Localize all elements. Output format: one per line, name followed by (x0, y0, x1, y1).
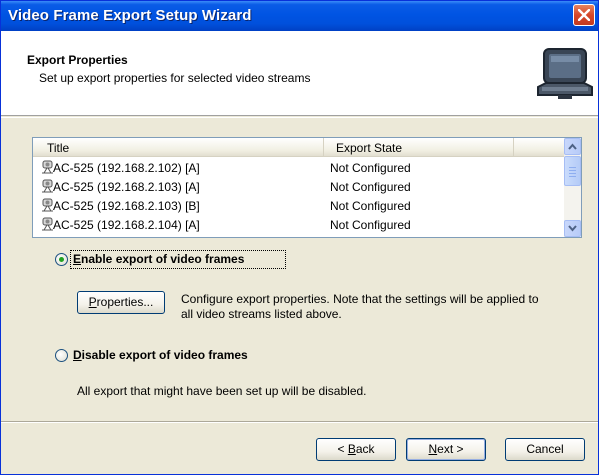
header-title: Export Properties (27, 53, 128, 67)
properties-description-line2: all video streams listed above. (181, 307, 342, 321)
scroll-down-icon (568, 225, 577, 232)
scroll-thumb-grip (569, 176, 576, 177)
footer-divider (1, 421, 598, 423)
wizard-computer-icon (537, 48, 593, 99)
properties-accel-key: P (88, 295, 97, 309)
properties-button-label: roperties... (96, 295, 154, 309)
stream-title: AC-525 (192.168.2.103) [B] (53, 199, 200, 213)
enable-export-label[interactable]: Enable export of video frames (73, 252, 244, 266)
scroll-thumb-grip (569, 167, 576, 168)
column-header-title[interactable]: Title (33, 138, 324, 157)
disable-description: All export that might have been set up w… (77, 384, 367, 398)
radio-selected-dot (59, 257, 64, 262)
cancel-button[interactable]: Cancel (505, 438, 585, 461)
list-item[interactable]: AC-525 (192.168.2.104) [A] Not Configure… (33, 215, 564, 234)
list-item[interactable]: AC-525 (192.168.2.103) [A] Not Configure… (33, 177, 564, 196)
properties-description: Configure export properties. Note that t… (181, 292, 539, 322)
disable-export-radio[interactable] (55, 349, 68, 362)
scroll-down-button[interactable] (564, 220, 581, 237)
window-title: Video Frame Export Setup Wizard (8, 7, 252, 24)
scroll-up-icon (568, 143, 577, 150)
disable-export-label-text: isable export of video frames (81, 348, 248, 362)
enable-export-accel-key: E (73, 252, 82, 266)
stream-export-state: Not Configured (330, 180, 411, 194)
stream-export-state: Not Configured (330, 199, 411, 213)
list-rows: AC-525 (192.168.2.102) [A] Not Configure… (33, 158, 564, 234)
video-stream-list[interactable]: Title Export State AC-525 (192.168.2.102… (32, 137, 582, 238)
properties-button[interactable]: Properties... (77, 291, 165, 314)
back-button-label: ack (355, 442, 375, 456)
enable-export-radio[interactable] (55, 253, 68, 266)
disable-export-label[interactable]: Disable export of video frames (73, 348, 248, 362)
column-header-export-state[interactable]: Export State (324, 138, 514, 157)
stream-title: AC-525 (192.168.2.104) [A] (53, 218, 200, 232)
back-accel-key: B (347, 442, 356, 456)
scroll-up-button[interactable] (564, 138, 581, 155)
disable-export-accel-key: D (73, 348, 82, 362)
header-subtitle: Set up export properties for selected vi… (39, 71, 311, 85)
list-header: Title Export State (33, 138, 564, 157)
stream-title: AC-525 (192.168.2.102) [A] (53, 161, 200, 175)
close-icon (578, 9, 590, 21)
stream-title: AC-525 (192.168.2.103) [A] (53, 180, 200, 194)
scroll-thumb-grip (569, 170, 576, 171)
list-vertical-scrollbar[interactable] (564, 138, 581, 237)
header-divider (1, 117, 598, 118)
back-button[interactable]: < Back (316, 438, 396, 461)
title-bar[interactable]: Video Frame Export Setup Wizard (1, 1, 598, 31)
wizard-header: Export Properties Set up export properti… (1, 31, 598, 116)
properties-description-line1: Configure export properties. Note that t… (181, 292, 539, 306)
wizard-window: Video Frame Export Setup Wizard Export P… (0, 0, 599, 475)
close-button[interactable] (573, 4, 595, 26)
list-item[interactable]: AC-525 (192.168.2.102) [A] Not Configure… (33, 158, 564, 177)
scroll-thumb[interactable] (564, 156, 581, 186)
scroll-thumb-grip (569, 173, 576, 174)
next-accel-key: N (428, 442, 438, 456)
next-button[interactable]: Next > (406, 438, 486, 461)
stream-export-state: Not Configured (330, 161, 411, 175)
enable-export-label-text: nable export of video frames (81, 252, 245, 266)
next-button-label: ext > (437, 442, 464, 456)
stream-export-state: Not Configured (330, 218, 411, 232)
back-button-prefix: < (337, 442, 348, 456)
list-item[interactable]: AC-525 (192.168.2.103) [B] Not Configure… (33, 196, 564, 215)
